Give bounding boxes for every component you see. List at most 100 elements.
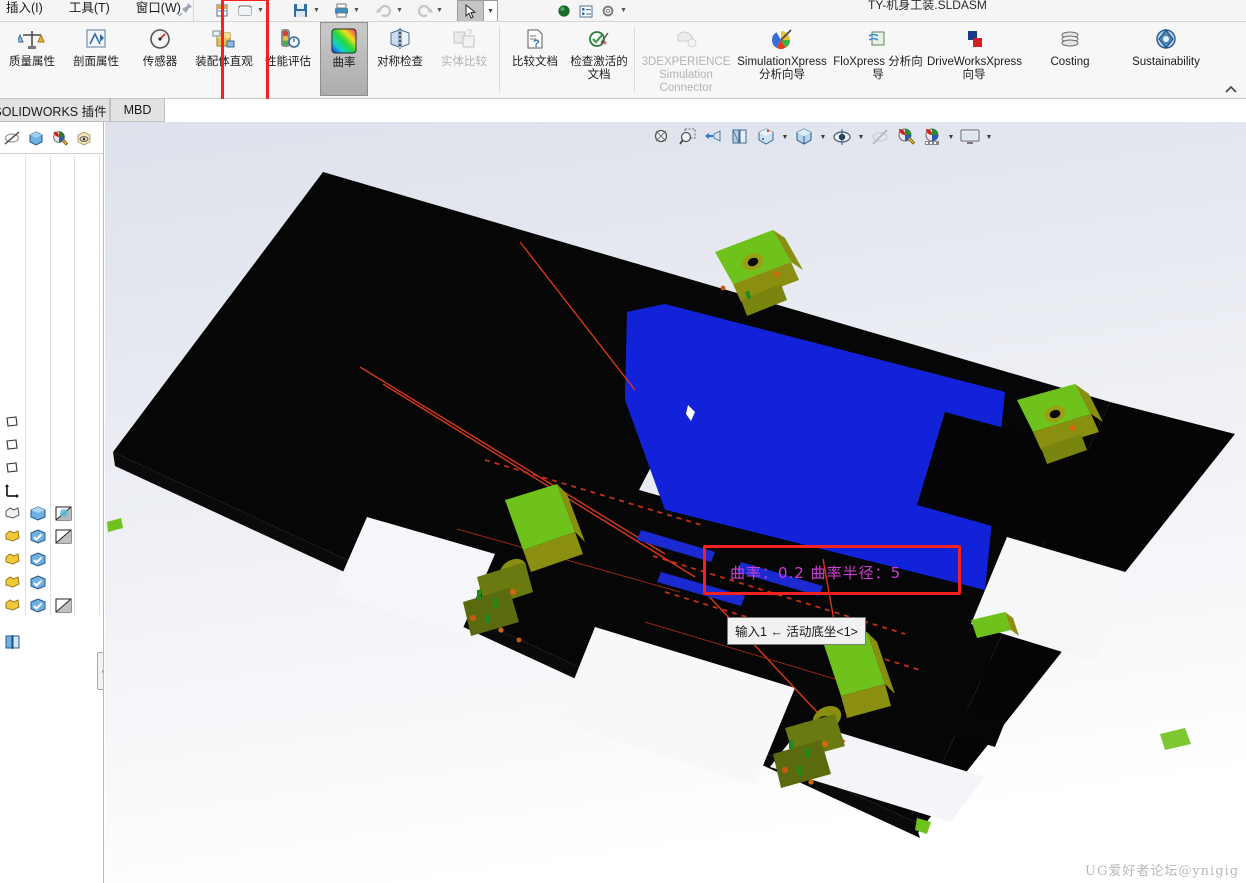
- rebuild-button[interactable]: [553, 1, 575, 21]
- ribbon-label: 传感器: [142, 56, 178, 68]
- display-pane-caret-icon[interactable]: ▼: [984, 125, 994, 149]
- tab-solidworks-addins[interactable]: SOLIDWORKS 插件: [0, 99, 110, 122]
- menu-window[interactable]: 窗口(W): [134, 0, 183, 16]
- tree-row-component-5[interactable]: [0, 594, 103, 617]
- save-caret-icon[interactable]: ▼: [312, 1, 321, 21]
- sensor-button[interactable]: 传感器: [128, 22, 192, 96]
- redo-button[interactable]: [413, 1, 435, 21]
- apply-scene-icon[interactable]: [894, 125, 918, 149]
- edit-appearance-icon[interactable]: [868, 125, 892, 149]
- forum-watermark: UG爱好者论坛@ynigig: [1085, 864, 1240, 879]
- ribbon-label: Costing: [1050, 56, 1090, 68]
- graphics-viewport[interactable]: ▼ ▼ ▼ ▼ ▼ 曲率：0.2 曲率半径：5 输入1 ← 活动底坐<1> UG…: [105, 122, 1246, 883]
- tree-row-plane-front[interactable]: [0, 410, 103, 433]
- ribbon-collapse-icon[interactable]: [1224, 85, 1238, 98]
- gauge-icon: [146, 25, 174, 55]
- floxpress-icon: [864, 25, 892, 55]
- feature-tree-rows: [0, 410, 103, 655]
- mass-properties-button[interactable]: 质量属性: [0, 22, 64, 96]
- hide-show-items-caret-icon[interactable]: ▼: [856, 125, 866, 149]
- display-style-caret-icon[interactable]: ▼: [818, 125, 828, 149]
- eye-box-icon[interactable]: [74, 128, 94, 148]
- curvature-gradient-icon: [330, 26, 358, 56]
- cube-check-icon[interactable]: [26, 572, 50, 594]
- options-list-button[interactable]: [575, 1, 597, 21]
- display-style-icon[interactable]: [792, 125, 816, 149]
- sustainability-button[interactable]: Sustainability: [1118, 22, 1214, 96]
- view-orientation-caret-icon[interactable]: ▼: [780, 125, 790, 149]
- qa-group-save: ▼: [290, 0, 321, 21]
- 3dx-sim-icon: [672, 25, 700, 55]
- view-settings-icon[interactable]: [920, 125, 944, 149]
- menu-bar: 插入(I) 工具(T) 窗口(W): [0, 0, 183, 16]
- tree-row-component-3[interactable]: [0, 548, 103, 571]
- view-settings-caret-icon[interactable]: ▼: [946, 125, 956, 149]
- section-properties-button[interactable]: 剖面属性: [64, 22, 128, 96]
- settings-caret-icon[interactable]: ▼: [619, 1, 628, 21]
- redo-caret-icon[interactable]: ▼: [435, 1, 444, 21]
- tree-row-component-4[interactable]: [0, 571, 103, 594]
- monitor-icon[interactable]: [958, 125, 982, 149]
- ribbon-separator-2: [634, 26, 635, 92]
- appearance-tri-icon[interactable]: [51, 526, 75, 548]
- print-button[interactable]: [330, 1, 352, 21]
- splitter-handle-icon[interactable]: [97, 652, 103, 690]
- cube-blue-icon[interactable]: [26, 503, 50, 525]
- open-document-button[interactable]: [234, 1, 256, 21]
- tree-row-origin[interactable]: [0, 479, 103, 502]
- tree-row-mate-group[interactable]: [0, 617, 103, 655]
- select-caret-icon[interactable]: ▼: [484, 0, 498, 21]
- pushpin-icon[interactable]: [178, 1, 194, 17]
- hide-show-icon[interactable]: [2, 128, 22, 148]
- simulationxpress-button[interactable]: SimulationXpress 分析向导: [734, 22, 830, 96]
- undo-caret-icon[interactable]: ▼: [395, 1, 404, 21]
- zoom-area-icon[interactable]: [676, 125, 700, 149]
- tree-row-component-2[interactable]: [0, 525, 103, 548]
- menu-insert[interactable]: 插入(I): [4, 0, 45, 16]
- component-yellow-icon: [0, 572, 24, 594]
- ribbon-label: Sustainability: [1132, 56, 1200, 68]
- floxpress-button[interactable]: FloXpress 分析向导: [830, 22, 926, 96]
- check-active-document-button[interactable]: * 检查激活的文档 ▼: [567, 22, 631, 96]
- geometry-compare-button: ? 实体比较: [432, 22, 496, 96]
- svg-text:?: ?: [467, 28, 472, 38]
- tab-mbd[interactable]: MBD: [110, 99, 165, 122]
- qa-group-select: ▼: [457, 0, 498, 21]
- save-button[interactable]: [290, 1, 312, 21]
- palette-pencil-icon[interactable]: [50, 128, 70, 148]
- tree-row-plane-right[interactable]: [0, 456, 103, 479]
- settings-button[interactable]: [597, 1, 619, 21]
- tab-label: SOLIDWORKS 插件: [0, 104, 107, 119]
- symmetry-check-button[interactable]: 对称检查: [368, 22, 432, 96]
- sustainability-icon: [1152, 25, 1180, 55]
- model-render[interactable]: [105, 122, 1246, 883]
- zoom-fit-icon[interactable]: [650, 125, 674, 149]
- cube-check-icon[interactable]: [26, 595, 50, 617]
- previous-view-icon[interactable]: [702, 125, 726, 149]
- ribbon-label: 对称检查: [377, 56, 423, 68]
- view-orientation-icon[interactable]: [754, 125, 778, 149]
- cube-check-icon[interactable]: [26, 549, 50, 571]
- cube-check-icon[interactable]: [26, 526, 50, 548]
- assembly-visualization-button[interactable]: 装配体直观: [192, 22, 256, 96]
- compare-doc-icon: ?: [521, 25, 549, 55]
- curvature-button[interactable]: 曲率: [320, 22, 368, 96]
- tree-row-component-1[interactable]: [0, 502, 103, 525]
- hide-show-items-icon[interactable]: [830, 125, 854, 149]
- menu-tools[interactable]: 工具(T): [67, 0, 112, 16]
- appearance-tri-icon[interactable]: [51, 595, 75, 617]
- undo-button[interactable]: [373, 1, 395, 21]
- section-view-icon[interactable]: [728, 125, 752, 149]
- print-caret-icon[interactable]: ▼: [352, 1, 361, 21]
- compare-documents-button[interactable]: ? 比较文档: [503, 22, 567, 96]
- check-doc-icon: *: [585, 25, 613, 55]
- open-caret-icon[interactable]: ▼: [256, 1, 265, 21]
- driveworksxpress-button[interactable]: DriveWorksXpress 向导: [926, 22, 1022, 96]
- costing-button[interactable]: Costing: [1022, 22, 1118, 96]
- tree-row-plane-top[interactable]: [0, 433, 103, 456]
- performance-evaluation-button[interactable]: 性能评估: [256, 22, 320, 96]
- select-button[interactable]: [457, 0, 484, 21]
- appearance-half-icon[interactable]: [51, 503, 75, 525]
- cube-icon[interactable]: [26, 128, 46, 148]
- new-document-button[interactable]: [212, 1, 234, 21]
